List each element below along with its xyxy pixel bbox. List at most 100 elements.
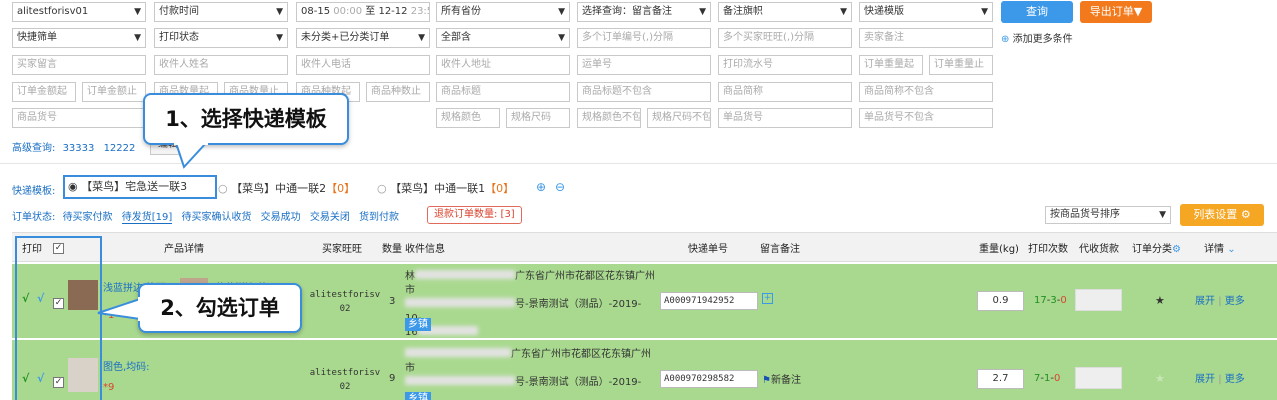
order-status-label: 订单状态: <box>12 212 56 223</box>
chevron-down-icon: ▼ <box>1159 210 1166 220</box>
star-icon[interactable]: ★ <box>1155 294 1165 307</box>
flag-select[interactable]: 备注旗帜 ▼ <box>718 2 852 22</box>
query-button[interactable]: 查询 <box>1001 1 1073 23</box>
list-settings-button[interactable]: 列表设置 ⚙ <box>1180 204 1264 226</box>
express-template-select[interactable]: 快递模版 ▼ <box>859 2 993 22</box>
order-numbers-input[interactable]: 多个订单编号(,)分隔 <box>577 28 711 48</box>
buyer-ids-input[interactable]: 多个买家旺旺(,)分隔 <box>718 28 852 48</box>
short-name-exclude-input[interactable]: 商品简称不包含 <box>859 82 993 102</box>
more-link[interactable]: 更多 <box>1225 296 1245 307</box>
weight-input[interactable]: 0.9 <box>977 291 1024 311</box>
row-actions: 展开 | 更多 <box>1195 374 1245 385</box>
star-icon[interactable]: ★ <box>1155 372 1165 385</box>
print-status-select[interactable]: 打印状态 ▼ <box>154 28 288 48</box>
amount-to-input[interactable]: 订单金额止 <box>82 82 146 102</box>
express-option-3[interactable]: ○ 【菜鸟】中通一联1【0】 <box>377 180 514 196</box>
add-template-icon[interactable]: ⊕ <box>536 180 546 194</box>
print-status-value: 打印状态 <box>159 32 199 43</box>
kind-to-input[interactable]: 商品种数止 <box>366 82 430 102</box>
waybill-input[interactable]: A000971942952 <box>660 292 758 310</box>
recipient-address-input[interactable]: 收件人地址 <box>436 55 570 75</box>
shop-select-value: alitestforisv01 <box>17 6 89 17</box>
remove-template-icon[interactable]: ⊖ <box>555 180 565 194</box>
recipient-name-input[interactable]: 收件人姓名 <box>154 55 288 75</box>
chevron-down-icon: ▼ <box>134 33 141 43</box>
time-type-select[interactable]: 付款时间 ▼ <box>154 2 288 22</box>
province-select[interactable]: 所有省份 ▼ <box>436 2 570 22</box>
title-exclude-input[interactable]: 商品标题不包含 <box>577 82 711 102</box>
header-category-label: 订单分类 <box>1132 244 1172 255</box>
category-select[interactable]: 未分类+已分类订单 ▼ <box>296 28 430 48</box>
query-type-select[interactable]: 选择查询：留言备注 ▼ <box>577 2 711 22</box>
more-link[interactable]: 更多 <box>1225 374 1245 385</box>
cod-input[interactable] <box>1075 289 1122 311</box>
saved-query-1[interactable]: 33333 <box>63 143 95 154</box>
short-name-input[interactable]: 商品简称 <box>718 82 852 102</box>
recipient-line-2: 号-景南测试（测品）-2019-10- <box>405 298 657 326</box>
tab-awaiting-payment[interactable]: 待买家付款 <box>63 212 113 223</box>
flag-icon: ⚑ <box>762 375 771 386</box>
spec-color-input[interactable]: 规格颜色 <box>436 108 500 128</box>
list-settings-label: 列表设置 <box>1193 208 1238 221</box>
province-value: 所有省份 <box>441 6 481 17</box>
tab-trade-closed[interactable]: 交易关闭 <box>310 212 350 223</box>
header-qty: 数量 <box>382 244 402 255</box>
recipient-phone-input[interactable]: 收件人电话 <box>296 55 430 75</box>
print-count: 17-3-0 <box>1034 295 1067 306</box>
date-start: 08-15 <box>301 6 331 17</box>
sku-code-exclude-input[interactable]: 单品货号不包含 <box>859 108 993 128</box>
add-note-icon[interactable]: + <box>762 293 773 304</box>
cod-input[interactable] <box>1075 367 1122 389</box>
chevron-down-icon: ▼ <box>981 7 988 17</box>
sku-code-input[interactable]: 单品货号 <box>718 108 852 128</box>
refund-orders-badge[interactable]: 退款订单数量: [3] <box>427 206 522 224</box>
expand-link[interactable]: 展开 <box>1195 296 1215 307</box>
recipient-info: 广东省广州市花都区花东镇广州市 号-景南测试（测品）-2019-10- <box>405 348 657 400</box>
product-title-input[interactable]: 商品标题 <box>436 82 570 102</box>
sort-select[interactable]: 按商品货号排序 ▼ <box>1045 206 1171 224</box>
express-template-value: 快递模版 <box>864 6 904 17</box>
gear-icon[interactable]: ⚙ <box>1172 244 1181 255</box>
expand-link[interactable]: 展开 <box>1195 374 1215 385</box>
date-end-time: 23:59 <box>410 6 429 17</box>
header-detail: 详情 ⌄ <box>1204 240 1236 255</box>
saved-query-2[interactable]: 12222 <box>104 143 136 154</box>
print-serial-input[interactable]: 打印流水号 <box>718 55 852 75</box>
express-option-2[interactable]: ○ 【菜鸟】中通一联2【0】 <box>218 180 355 196</box>
note[interactable]: ⚑新备注 <box>762 371 801 386</box>
waybill-input[interactable]: A000970298582 <box>660 370 758 388</box>
tab-awaiting-confirm[interactable]: 待买家确认收货 <box>181 212 251 223</box>
print-count-express: 7 <box>1034 373 1041 384</box>
add-conditions-link[interactable]: ⊕ 添加更多条件 <box>1001 30 1073 45</box>
tab-cash-on-delivery[interactable]: 货到付款 <box>359 212 399 223</box>
weight-to-input[interactable]: 订单重量止 <box>929 55 993 75</box>
shortcut-filter-select[interactable]: 快捷筛单 ▼ <box>12 28 146 48</box>
shop-select[interactable]: alitestforisv01 ▼ <box>12 2 146 22</box>
print-count-express: 17 <box>1034 295 1047 306</box>
express-option-3-label: 【菜鸟】中通一联1 <box>390 182 486 195</box>
amount-from-input[interactable]: 订单金额起 <box>12 82 76 102</box>
double-chevron-down-icon[interactable]: ⌄ <box>1227 244 1235 255</box>
tab-trade-success[interactable]: 交易成功 <box>261 212 301 223</box>
buyer-message-input[interactable]: 买家留言 <box>12 55 146 75</box>
advanced-query: 高级查询: 33333 12222 <box>12 139 135 154</box>
item-code-input[interactable]: 商品货号 <box>12 108 146 128</box>
product-qty: *9 <box>103 382 115 393</box>
tab-awaiting-shipment[interactable]: 待发货[19] <box>121 212 173 224</box>
seller-note-input[interactable]: 卖家备注 <box>859 28 993 48</box>
date-range-input[interactable]: 08-15 00:00 至 12-12 23:59 <box>296 2 430 22</box>
export-orders-button[interactable]: 导出订单▼ <box>1080 1 1152 23</box>
header-buyer: 买家旺旺 <box>322 244 362 255</box>
weight-input[interactable]: 2.7 <box>977 369 1024 389</box>
row-actions: 展开 | 更多 <box>1195 296 1245 307</box>
tags-select[interactable]: 全部含 ▼ <box>436 28 570 48</box>
weight-from-input[interactable]: 订单重量起 <box>859 55 923 75</box>
waybill-number-input[interactable]: 运单号 <box>577 55 711 75</box>
spec-size-input[interactable]: 规格尺码 <box>506 108 570 128</box>
print-count-other: 0 <box>1053 373 1061 384</box>
callout-pointer-1 <box>174 141 209 169</box>
spec-color-exclude-input[interactable]: 规格颜色不包 <box>577 108 641 128</box>
spec-size-exclude-input[interactable]: 规格尺码不包 <box>647 108 711 128</box>
header-category: 订单分类⚙ <box>1132 240 1181 255</box>
recipient-line-1: 林广东省广州市花都区花东镇广州市 <box>405 270 657 298</box>
